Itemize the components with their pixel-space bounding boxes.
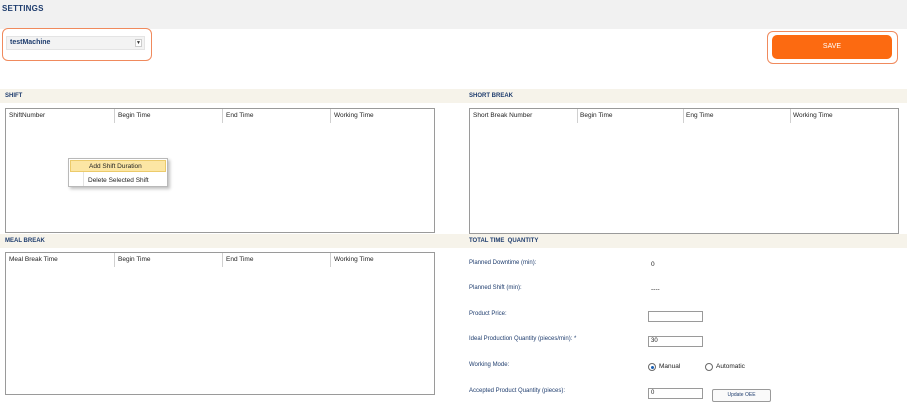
section-band-top: SHIFT SHORT BREAK: [0, 89, 907, 103]
update-oee-button[interactable]: Update OEE: [712, 389, 771, 402]
ideal-quantity-label: Ideal Production Quantity (pieces/min): …: [469, 336, 577, 342]
meal-break-grid[interactable]: Meal Break Time Begin Time End Time Work…: [5, 252, 435, 395]
short-break-col-working[interactable]: Working Time: [790, 109, 833, 123]
planned-shift-label: Planned Shift (min):: [469, 285, 522, 291]
menu-item-add-shift-duration[interactable]: Add Shift Duration: [70, 160, 166, 172]
shift-col-begin[interactable]: Begin Time: [115, 109, 151, 123]
planned-downtime-label: Planned Downtime (min):: [469, 260, 537, 266]
meal-break-col-working[interactable]: Working Time: [331, 253, 374, 267]
section-band-bottom: MEAL BREAK TOTAL TIME QUANTITY: [0, 234, 907, 248]
meal-break-col-end[interactable]: End Time: [223, 253, 253, 267]
planned-downtime-value: 0: [651, 261, 655, 268]
short-break-section-label: SHORT BREAK: [469, 93, 514, 99]
short-break-col-begin[interactable]: Begin Time: [577, 109, 613, 123]
short-break-grid[interactable]: Short Break Number Begin Time Eng Time W…: [469, 108, 899, 234]
accepted-quantity-label: Accepted Product Quantity (pieces):: [469, 388, 566, 394]
shift-col-number[interactable]: ShiftNumber: [6, 109, 45, 123]
shift-col-end[interactable]: End Time: [223, 109, 253, 123]
meal-break-col-time[interactable]: Meal Break Time: [6, 253, 58, 267]
shift-context-menu: Add Shift Duration Delete Selected Shift: [68, 158, 168, 187]
meal-break-section-label: MEAL BREAK: [5, 238, 45, 244]
top-bar: [0, 0, 907, 29]
ideal-quantity-input[interactable]: 30: [648, 336, 703, 347]
chevron-down-icon[interactable]: ▼: [135, 39, 142, 47]
working-mode-label: Working Mode:: [469, 362, 510, 368]
short-break-col-number[interactable]: Short Break Number: [470, 109, 532, 123]
total-section-label: TOTAL TIME QUANTITY: [469, 238, 539, 244]
automatic-radio-label[interactable]: Automatic: [716, 363, 745, 370]
machine-dropdown[interactable]: testMachine ▼: [6, 36, 145, 50]
short-break-col-end[interactable]: Eng Time: [683, 109, 713, 123]
machine-dropdown-value: testMachine: [10, 39, 51, 46]
shift-section-label: SHIFT: [5, 93, 23, 99]
planned-shift-value: ----: [651, 286, 660, 293]
shift-col-working[interactable]: Working Time: [331, 109, 374, 123]
page-title: SETTINGS: [2, 4, 44, 13]
manual-radio[interactable]: [648, 363, 656, 371]
product-price-input[interactable]: [648, 311, 703, 322]
menu-item-delete-selected-shift[interactable]: Delete Selected Shift: [70, 175, 166, 187]
accepted-quantity-input[interactable]: 0: [648, 388, 703, 399]
product-price-label: Product Price:: [469, 311, 507, 317]
save-button[interactable]: SAVE: [772, 35, 892, 59]
automatic-radio[interactable]: [705, 363, 713, 371]
meal-break-col-begin[interactable]: Begin Time: [115, 253, 151, 267]
manual-radio-label[interactable]: Manual: [659, 363, 680, 370]
